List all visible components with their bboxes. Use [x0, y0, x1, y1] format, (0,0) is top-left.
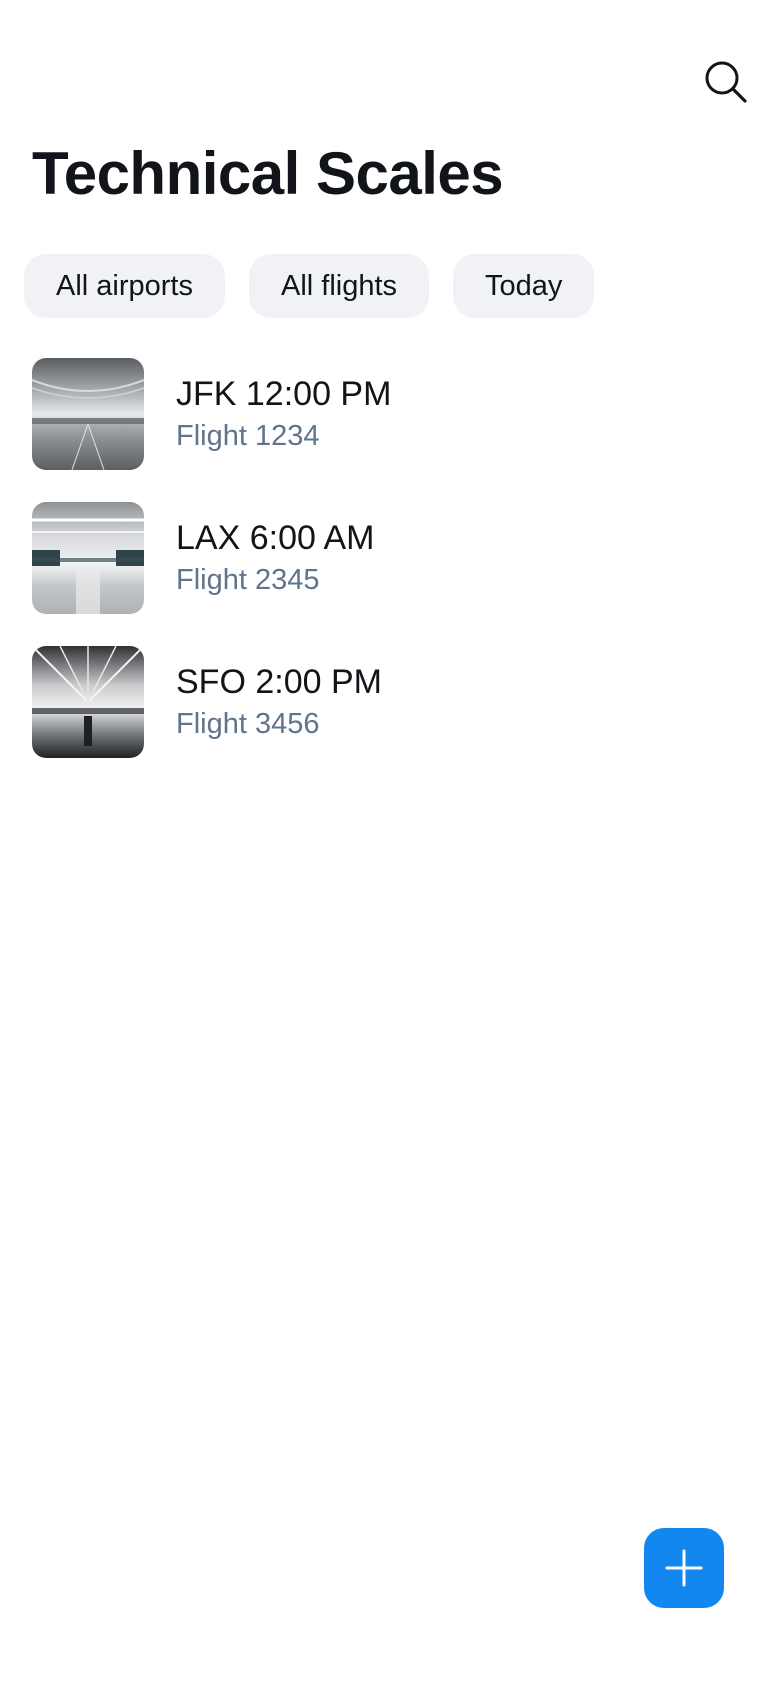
flight-number: Flight 3456	[176, 708, 320, 741]
filter-chip-airports[interactable]: All airports	[24, 254, 225, 318]
search-button[interactable]	[700, 56, 752, 108]
add-flight-button[interactable]	[644, 1528, 724, 1608]
filter-chip-date[interactable]: Today	[453, 254, 595, 318]
flight-list-item[interactable]: LAX 6:00 AM Flight 2345	[32, 502, 748, 614]
flight-number: Flight 2345	[176, 564, 320, 597]
plus-icon	[665, 1549, 703, 1587]
filter-chips: All airports All flights Today	[24, 254, 595, 318]
filter-chip-flights[interactable]: All flights	[249, 254, 430, 318]
flight-thumbnail	[32, 358, 144, 470]
flight-title: SFO 2:00 PM	[176, 663, 382, 702]
flight-number: Flight 1234	[176, 420, 320, 453]
flight-thumbnail	[32, 502, 144, 614]
search-icon	[705, 61, 747, 103]
page-title: Technical Scales	[32, 140, 504, 207]
flight-thumbnail	[32, 646, 144, 758]
flight-title: LAX 6:00 AM	[176, 519, 375, 558]
flight-list-item[interactable]: SFO 2:00 PM Flight 3456	[32, 646, 748, 758]
flight-title: JFK 12:00 PM	[176, 375, 392, 414]
flight-list: JFK 12:00 PM Flight 1234 LAX 6:00 AM Fli…	[32, 358, 748, 790]
flight-list-item[interactable]: JFK 12:00 PM Flight 1234	[32, 358, 748, 470]
